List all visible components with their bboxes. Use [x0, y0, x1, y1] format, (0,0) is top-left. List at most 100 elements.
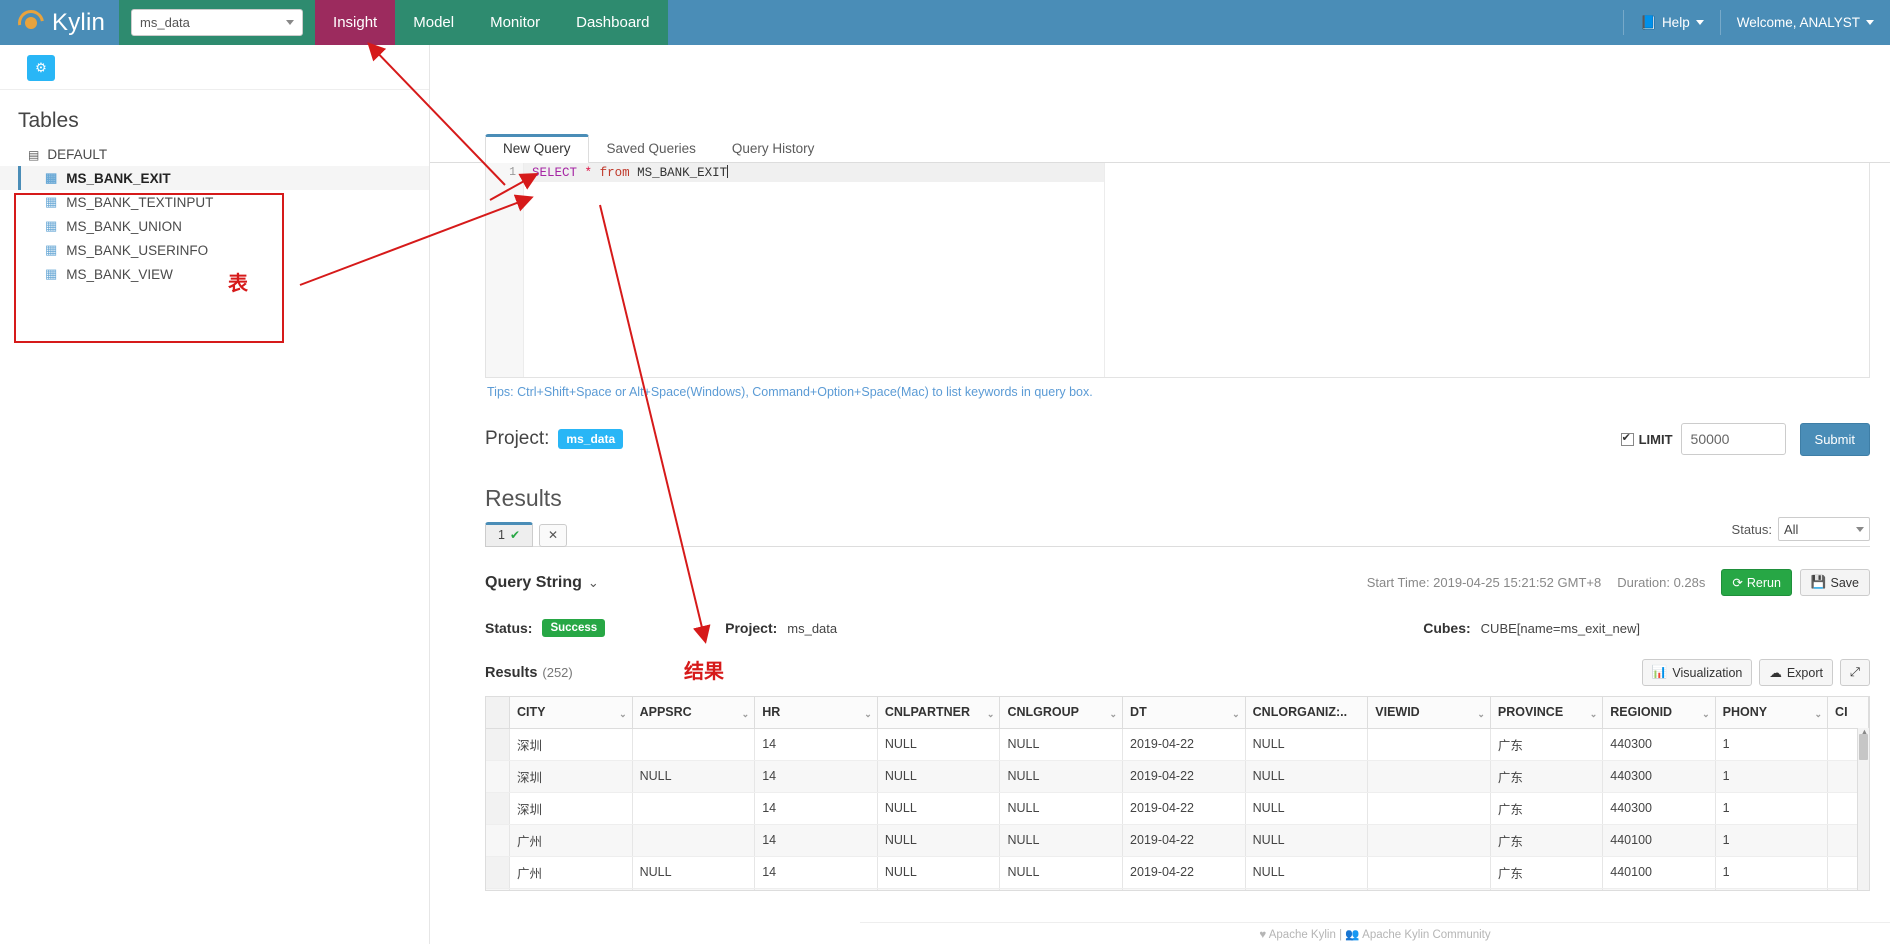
cell-viewid [1367, 888, 1491, 890]
scrollbar-thumb[interactable] [1859, 734, 1868, 760]
cell-cnlpartner: NULL [877, 888, 1001, 890]
column-header-cnlorganization[interactable]: CNLORGANIZ:.. [1245, 697, 1369, 729]
result-tab-1[interactable]: 1 ✔ [485, 522, 534, 547]
chevron-down-icon[interactable]: ⌄ [1815, 709, 1823, 720]
sql-table-name: MS_BANK_EXIT [637, 166, 728, 180]
cell-regionid: 440300 [1602, 888, 1716, 890]
column-label: VIEWID [1375, 705, 1420, 720]
save-button[interactable]: 💾 Save [1799, 569, 1870, 596]
nav-item-help[interactable]: 📘 Help [1624, 0, 1720, 45]
status-filter-select[interactable]: All [1778, 517, 1870, 541]
nav-item-dashboard[interactable]: Dashboard [558, 0, 667, 45]
cell-cnlgroup: NULL [999, 824, 1124, 857]
grid-vertical-scrollbar[interactable]: ▲ [1857, 727, 1869, 890]
table-row[interactable]: 深圳 14 NULL NULL 2019-04-22 NULL 广东 44030… [486, 728, 1869, 761]
limit-input[interactable] [1680, 423, 1786, 455]
nav-right-group: 📘 Help Welcome, ANALYST [1623, 0, 1890, 45]
cell-province: 广东 [1490, 792, 1604, 825]
table-row[interactable]: 深圳 14 NULL NULL 2019-04-22 NULL 广东 44030… [486, 888, 1869, 890]
cell-cnlpartner: NULL [877, 792, 1001, 825]
table-row[interactable]: 广州 NULL 14 NULL NULL 2019-04-22 NULL 广东 … [486, 856, 1869, 889]
column-header-appsrc[interactable]: APPSRC ⌄ [632, 697, 756, 729]
chevron-down-icon[interactable]: ⌄ [987, 709, 995, 720]
nav-item-model[interactable]: Model [395, 0, 472, 45]
sql-editor[interactable]: 1 SELECT * from MS_BANK_EXIT [485, 163, 1870, 378]
footer-right-label[interactable]: Apache Kylin Community [1362, 929, 1490, 941]
chevron-down-icon[interactable]: ⌄ [619, 709, 627, 720]
user-label: Welcome, ANALYST [1736, 15, 1860, 30]
cell-dt: 2019-04-22 [1122, 728, 1246, 761]
chevron-down-icon[interactable]: ⌄ [1110, 709, 1118, 720]
editor-code-line[interactable]: SELECT * from MS_BANK_EXIT [524, 163, 1104, 182]
nav-spacer [667, 0, 1624, 45]
limit-checkbox[interactable] [1620, 431, 1634, 446]
tab-query-history[interactable]: Query History [714, 134, 833, 163]
sidebar-table-ms-bank-exit[interactable]: ▦ MS_BANK_EXIT [0, 166, 429, 190]
result-tab-index: 1 [498, 528, 505, 542]
cloud-download-icon: ☁ [1769, 666, 1782, 680]
column-label: REGIONID [1610, 705, 1673, 720]
visualization-button[interactable]: 📊 Visualization [1641, 659, 1753, 686]
chevron-down-icon[interactable]: ⌄ [1702, 709, 1710, 720]
column-header-cnlgroup[interactable]: CNLGROUP ⌄ [999, 697, 1124, 729]
column-header-dt[interactable]: DT ⌄ [1122, 697, 1246, 729]
column-header-hr[interactable]: HR ⌄ [754, 697, 878, 729]
table-header-row: CITY ⌄ APPSRC ⌄ HR ⌄ CNLPARTNER ⌄ CNLGROUP ⌄ … [486, 697, 1869, 729]
cell-province: 广东 [1490, 824, 1604, 857]
column-header-ci[interactable]: CI [1827, 697, 1869, 729]
sidebar-table-ms-bank-view[interactable]: ▦ MS_BANK_VIEW [0, 262, 429, 286]
table-row[interactable]: 广州 14 NULL NULL 2019-04-22 NULL 广东 44010… [486, 824, 1869, 857]
table-row[interactable]: 深圳 NULL 14 NULL NULL 2019-04-22 NULL 广东 … [486, 760, 1869, 793]
cell-province: 广东 [1490, 856, 1604, 889]
table-body: 深圳 14 NULL NULL 2019-04-22 NULL 广东 44030… [486, 728, 1869, 890]
query-string-toggle[interactable]: Query String [485, 574, 582, 592]
footer-left-label[interactable]: Apache Kylin [1269, 929, 1336, 941]
column-header-province[interactable]: PROVINCE ⌄ [1490, 697, 1604, 729]
sidebar-table-ms-bank-union[interactable]: ▦ MS_BANK_UNION [0, 214, 429, 238]
column-header-city[interactable]: CITY ⌄ [509, 697, 633, 729]
cell-hr: 14 [754, 856, 878, 889]
table-icon: ▦ [45, 218, 58, 233]
tab-new-query[interactable]: New Query [485, 134, 589, 163]
chevron-down-icon[interactable]: ⌄ [864, 709, 872, 720]
cell-cnlorganization: NULL [1245, 856, 1369, 889]
table-row[interactable]: 深圳 14 NULL NULL 2019-04-22 NULL 广东 44030… [486, 792, 1869, 825]
sidebar-table-ms-bank-userinfo[interactable]: ▦ MS_BANK_USERINFO [0, 238, 429, 262]
row-header-corner [486, 697, 510, 729]
brand-logo-area[interactable]: Kylin [0, 0, 119, 45]
column-header-regionid[interactable]: REGIONID ⌄ [1602, 697, 1716, 729]
submit-button[interactable]: Submit [1799, 422, 1870, 456]
cell-appsrc: NULL [632, 856, 756, 889]
table-icon: ▦ [45, 242, 58, 257]
tab-saved-queries[interactable]: Saved Queries [589, 134, 714, 163]
chevron-down-icon[interactable]: ⌄ [742, 709, 750, 720]
nav-item-user-menu[interactable]: Welcome, ANALYST [1721, 0, 1890, 45]
chevron-down-icon[interactable]: ⌄ [1590, 709, 1598, 720]
sidebar-database-default[interactable]: ▤ DEFAULT [0, 143, 429, 166]
kylin-logo-icon [12, 4, 50, 41]
project-selector[interactable]: ms_data [131, 9, 304, 36]
export-button[interactable]: ☁ Export [1759, 659, 1833, 686]
table-icon: ▦ [45, 170, 58, 185]
chevron-down-icon[interactable]: ⌄ [1232, 709, 1240, 720]
column-header-viewid[interactable]: VIEWID ⌄ [1367, 697, 1491, 729]
fullscreen-button[interactable]: ⤢ [1839, 659, 1870, 686]
column-label: PROVINCE [1497, 705, 1564, 720]
cell-cnlpartner: NULL [877, 728, 1001, 761]
results-grid[interactable]: CITY ⌄ APPSRC ⌄ HR ⌄ CNLPARTNER ⌄ CNLGROUP ⌄ … [485, 696, 1870, 891]
rerun-button[interactable]: ⟳ Rerun [1721, 569, 1792, 596]
results-count-label: Results [485, 664, 538, 681]
column-label: CI [1835, 705, 1848, 720]
chevron-double-down-icon[interactable]: ⌄ [588, 575, 599, 591]
save-label: Save [1830, 575, 1860, 590]
chevron-down-icon[interactable]: ⌄ [1477, 709, 1485, 720]
column-header-cnlpartner[interactable]: CNLPARTNER ⌄ [877, 697, 1001, 729]
rerun-label: Rerun [1746, 575, 1781, 590]
settings-gear-icon[interactable]: ⚙ [27, 55, 55, 81]
nav-item-monitor[interactable]: Monitor [472, 0, 558, 45]
nav-item-insight[interactable]: Insight [315, 0, 396, 45]
column-header-phony[interactable]: PHONY ⌄ [1715, 697, 1829, 729]
result-tab-close-button[interactable]: ✕ [539, 524, 568, 547]
row-header [486, 856, 510, 889]
sidebar-table-ms-bank-textinput[interactable]: ▦ MS_BANK_TEXTINPUT [0, 190, 429, 214]
